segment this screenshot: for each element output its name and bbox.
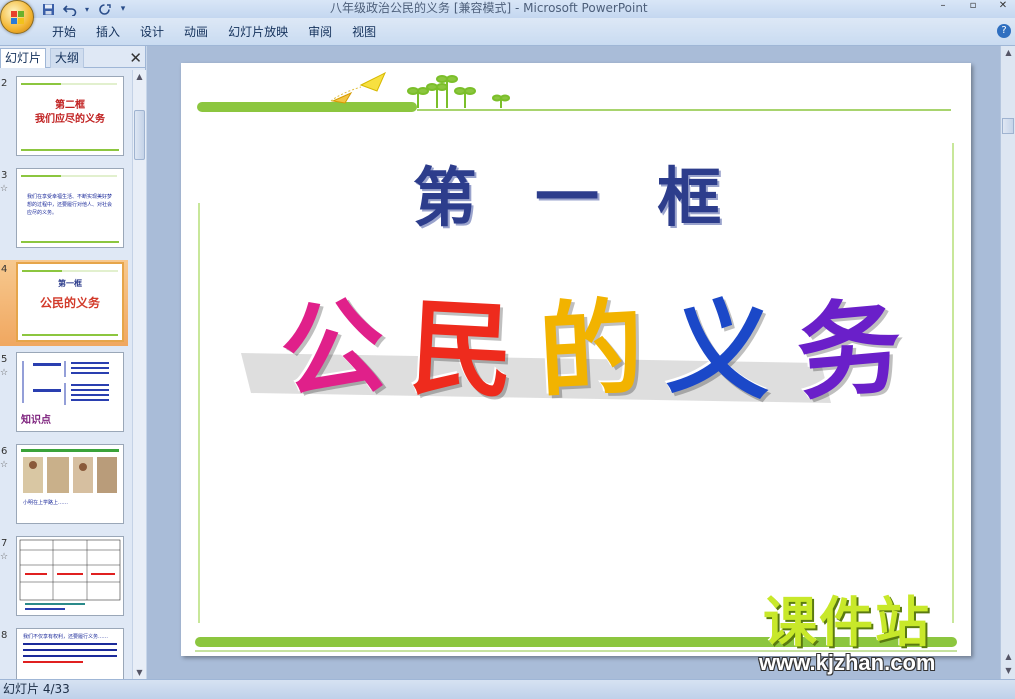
title-char: 务 (791, 283, 907, 416)
tab-outline[interactable]: 大纲 (50, 48, 85, 68)
slide-thumbnail-4[interactable]: 第一框 公民的义务 (16, 262, 124, 342)
thumbnail-row-selected[interactable]: 4 第一框 公民的义务 (0, 260, 128, 346)
customize-qat-icon[interactable]: ▾ (118, 2, 128, 16)
save-icon[interactable] (40, 2, 56, 16)
tab-animations[interactable]: 动画 (180, 24, 222, 40)
animation-star-icon: ☆ (0, 460, 9, 470)
slide-scroll-thumb[interactable] (1002, 118, 1014, 134)
animation-star-icon: ☆ (0, 552, 9, 562)
slides-panel: 幻灯片 大纲 ✕ 2 第二框 我们应尽的义务 3 ☆ 我们在享受幸福生活、不断实… (0, 46, 146, 679)
slide-thumbnail-7[interactable] (16, 536, 124, 616)
ribbon-tabs: 开始 插入 设计 动画 幻灯片放映 审阅 视图 (48, 24, 392, 40)
panel-scroll-thumb[interactable] (134, 110, 145, 160)
paper-plane-icon (330, 71, 387, 104)
thumb-subtitle: 我们应尽的义务 (35, 114, 105, 125)
ribbon: 开始 插入 设计 动画 幻灯片放映 审阅 视图 ? (0, 18, 1015, 46)
current-slide[interactable]: 第 一 框 公 民 的 义 务 (181, 63, 971, 656)
thumbnail-row[interactable]: 7 ☆ (0, 536, 132, 618)
thumbnail-row[interactable]: 6 ☆ 小明在上学路上…… (0, 444, 132, 526)
close-icon[interactable]: ✕ (995, 0, 1011, 12)
maximize-icon[interactable]: ▫ (965, 0, 981, 12)
thumbnail-list: 2 第二框 我们应尽的义务 3 ☆ 我们在享受幸福生活、不断实现美好梦想的过程中… (0, 70, 132, 679)
window-controls: – ▫ ✕ (935, 0, 1011, 12)
tab-view[interactable]: 视图 (348, 24, 390, 40)
thumbnail-row[interactable]: 3 ☆ 我们在享受幸福生活、不断实现美好梦想的过程中，还要履行对他人、对社会应尽… (0, 168, 132, 250)
slide-number: 7 (1, 538, 8, 549)
animation-star-icon: ☆ (0, 184, 9, 194)
panel-scrollbar[interactable]: ▲ ▼ (132, 70, 146, 679)
scroll-up-icon[interactable]: ▲ (1002, 46, 1015, 59)
watermark-brand: 课件站 (763, 591, 931, 654)
tab-slides[interactable]: 幻灯片 (0, 48, 47, 68)
thumb-subtitle: 公民的义务 (39, 296, 100, 310)
slide-number: 8 (1, 630, 8, 641)
title-char: 的 (535, 285, 647, 414)
next-slide-icon[interactable]: ▼ (1002, 664, 1015, 677)
animation-star-icon: ☆ (0, 368, 9, 378)
tab-review[interactable]: 审阅 (304, 24, 346, 40)
redo-icon[interactable] (96, 2, 112, 16)
slide-heading: 第 一 框 (412, 161, 740, 236)
office-button[interactable] (0, 0, 34, 34)
thumb-title: 第一框 (58, 279, 82, 288)
slide-number: 3 (1, 170, 8, 181)
undo-icon[interactable] (62, 2, 78, 16)
tab-slideshow[interactable]: 幻灯片放映 (224, 24, 302, 40)
slide-counter: 幻灯片 4/33 (3, 682, 70, 696)
slide-title: 公 民 的 义 务 (275, 275, 906, 425)
previous-slide-icon[interactable]: ▲ (1002, 650, 1015, 663)
title-char: 公 (274, 282, 392, 417)
thumb-caption: 小明在上学路上…… (23, 500, 69, 506)
tab-insert[interactable]: 插入 (92, 24, 134, 40)
scroll-up-icon[interactable]: ▲ (133, 70, 146, 83)
title-char: 民 (406, 285, 518, 414)
slide-number: 6 (1, 446, 8, 457)
scroll-down-icon[interactable]: ▼ (133, 666, 146, 679)
status-bar: 幻灯片 4/33 (0, 679, 1015, 699)
help-icon[interactable]: ? (997, 24, 1011, 38)
sprout-icon (407, 75, 510, 108)
panel-tabs: 幻灯片 大纲 ✕ (0, 48, 146, 68)
tab-home[interactable]: 开始 (48, 24, 90, 40)
slide-number: 5 (1, 354, 8, 365)
minimize-icon[interactable]: – (935, 0, 951, 12)
undo-dropdown-icon[interactable]: ▾ (84, 2, 90, 16)
slide-thumbnail-2[interactable]: 第二框 我们应尽的义务 (16, 76, 124, 156)
thumbnail-row[interactable]: 5 ☆ 知识点 (0, 352, 132, 434)
tab-design[interactable]: 设计 (136, 24, 178, 40)
slide-thumbnail-6[interactable]: 小明在上学路上…… (16, 444, 124, 524)
watermark-url: www.kjzhan.com (759, 650, 936, 675)
thumb-title: 第二框 (55, 100, 85, 111)
slide-number: 2 (1, 78, 8, 89)
thumb-text: 我们在享受幸福生活、不断实现美好梦想的过程中，还要履行对他人、对社会应尽的义务。 (27, 194, 113, 216)
title-char: 义 (663, 284, 777, 415)
watermark: 课件站 www.kjzhan.com (757, 593, 997, 683)
thumbnail-row[interactable]: 8 我们不仅享有权利，还要履行义务…… (0, 628, 132, 679)
window-title: 八年级政治公民的义务 [兼容模式] - Microsoft PowerPoint (330, 1, 648, 15)
slide-editing-area: 第 一 框 公 民 的 义 务 (147, 46, 1000, 679)
office-logo-icon (11, 11, 17, 17)
powerpoint-window: ▾ ▾ 八年级政治公民的义务 [兼容模式] - Microsoft PowerP… (0, 0, 1015, 699)
close-panel-icon[interactable]: ✕ (129, 50, 142, 66)
thumbnail-row[interactable]: 2 第二框 我们应尽的义务 (0, 76, 132, 158)
thumb-label: 知识点 (21, 415, 51, 426)
slide-thumbnail-8[interactable]: 我们不仅享有权利，还要履行义务…… (16, 628, 124, 679)
slide-thumbnail-5[interactable]: 知识点 (16, 352, 124, 432)
slide-scrollbar[interactable]: ▲ ▲ ▼ (1000, 46, 1015, 679)
slide-thumbnail-3[interactable]: 我们在享受幸福生活、不断实现美好梦想的过程中，还要履行对他人、对社会应尽的义务。 (16, 168, 124, 248)
quick-access-toolbar: ▾ ▾ (40, 1, 128, 17)
title-bar: ▾ ▾ 八年级政治公民的义务 [兼容模式] - Microsoft PowerP… (0, 0, 1015, 34)
slide-number: 4 (1, 264, 8, 275)
